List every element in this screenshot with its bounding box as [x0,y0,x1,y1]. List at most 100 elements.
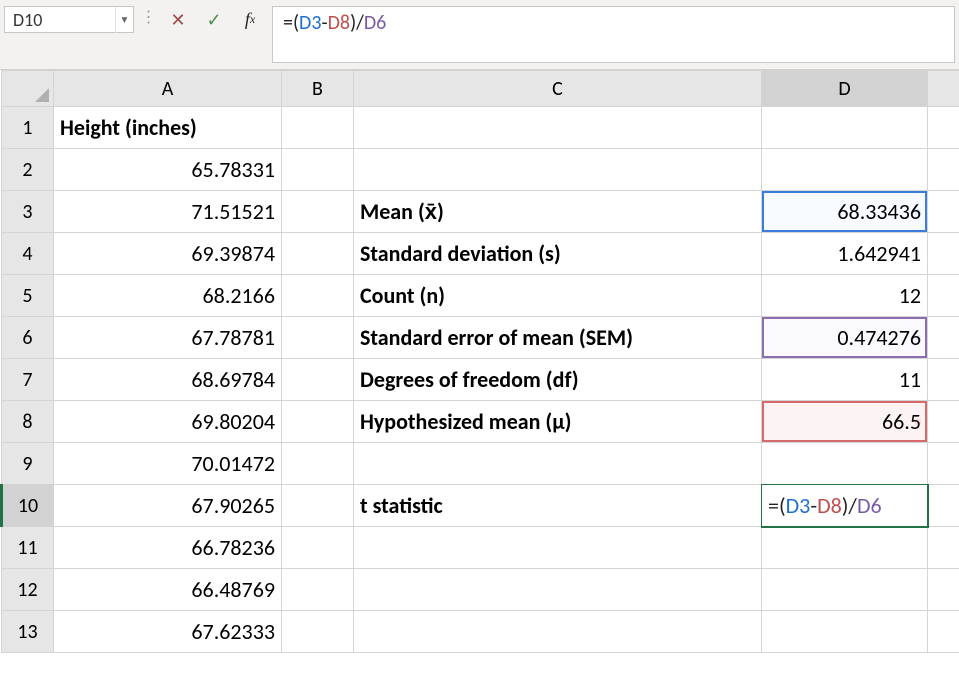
cell-A3[interactable]: 71.51521 [54,191,282,233]
cell-E3[interactable] [928,191,959,233]
cell-D11[interactable] [762,527,928,569]
row-header-4[interactable]: 4 [2,233,54,275]
row-header-7[interactable]: 7 [2,359,54,401]
col-header-D[interactable]: D [762,71,928,107]
cell-C4[interactable]: Standard deviation (s) [354,233,762,275]
cell-D13[interactable] [762,611,928,653]
cell-C9[interactable] [354,443,762,485]
name-box[interactable]: D10 ▼ [4,6,134,33]
cell-C10[interactable]: t statistic [354,485,762,527]
cell-B1[interactable] [282,107,354,149]
cell-E7[interactable] [928,359,959,401]
cell-C11[interactable] [354,527,762,569]
formula-bar-splitter[interactable]: ⋮ [138,0,160,33]
cell-E10[interactable] [928,485,959,527]
row-header-11[interactable]: 11 [2,527,54,569]
col-header-E[interactable] [928,71,959,107]
cell-B12[interactable] [282,569,354,611]
row-header-6[interactable]: 6 [2,317,54,359]
cell-C1[interactable] [354,107,762,149]
cell-E8[interactable] [928,401,959,443]
cell-B10[interactable] [282,485,354,527]
row-8: 869.80204 Hypothesized mean (μ)66.5 [2,401,959,443]
cell-E2[interactable] [928,149,959,191]
cell-D3[interactable]: 68.33436 [762,191,928,233]
cell-B7[interactable] [282,359,354,401]
cell-C5[interactable]: Count (n) [354,275,762,317]
col-header-C[interactable]: C [354,71,762,107]
cell-content [928,485,959,526]
cell-E13[interactable] [928,611,959,653]
cell-D8[interactable]: 66.5 [762,401,928,443]
select-all-corner[interactable] [2,71,54,107]
cell-B11[interactable] [282,527,354,569]
cell-B3[interactable] [282,191,354,233]
formula-input[interactable]: =(D3-D8)/D6 [272,6,955,63]
cell-content [282,191,353,232]
cell-A7[interactable]: 68.69784 [54,359,282,401]
cell-A1[interactable]: Height (inches) [54,107,282,149]
cancel-icon[interactable]: ✕ [160,6,196,33]
cell-A11[interactable]: 66.78236 [54,527,282,569]
row-header-5[interactable]: 5 [2,275,54,317]
cell-A6[interactable]: 67.78781 [54,317,282,359]
cell-E4[interactable] [928,233,959,275]
cell-C8[interactable]: Hypothesized mean (μ) [354,401,762,443]
cell-E5[interactable] [928,275,959,317]
cell-C6[interactable]: Standard error of mean (SEM) [354,317,762,359]
row-header-8[interactable]: 8 [2,401,54,443]
cell-C3[interactable]: Mean (x̄) [354,191,762,233]
cell-B6[interactable] [282,317,354,359]
enter-icon[interactable]: ✓ [196,6,232,33]
row-header-10[interactable]: 10 [2,485,54,527]
cell-A4[interactable]: 69.39874 [54,233,282,275]
cell-A5[interactable]: 68.2166 [54,275,282,317]
cell-B13[interactable] [282,611,354,653]
row-header-2[interactable]: 2 [2,149,54,191]
cell-C13[interactable] [354,611,762,653]
cell-B4[interactable] [282,233,354,275]
cell-A12[interactable]: 66.48769 [54,569,282,611]
row-header-12[interactable]: 12 [2,569,54,611]
cell-C2[interactable] [354,149,762,191]
cell-D2[interactable] [762,149,928,191]
cell-C12[interactable] [354,569,762,611]
cell-content [928,359,959,400]
cell-B8[interactable] [282,401,354,443]
row-header-13[interactable]: 13 [2,611,54,653]
cell-A2[interactable]: 65.78331 [54,149,282,191]
cell-A9[interactable]: 70.01472 [54,443,282,485]
cell-C7[interactable]: Degrees of freedom (df) [354,359,762,401]
col-header-A[interactable]: A [54,71,282,107]
row-9: 970.01472 [2,443,959,485]
cell-A13[interactable]: 67.62333 [54,611,282,653]
cell-D12[interactable] [762,569,928,611]
cell-E9[interactable] [928,443,959,485]
cell-D7[interactable]: 11 [762,359,928,401]
row-header-9[interactable]: 9 [2,443,54,485]
cell-B9[interactable] [282,443,354,485]
cell-A8[interactable]: 69.80204 [54,401,282,443]
cell-D9[interactable] [762,443,928,485]
fx-icon[interactable]: fx [232,6,268,33]
cell-E6[interactable] [928,317,959,359]
cell-B2[interactable] [282,149,354,191]
row-header-1[interactable]: 1 [2,107,54,149]
spreadsheet-grid[interactable]: A B C D 1Height (inches)265.78331371.515… [0,70,959,653]
cell-D10[interactable]: =(D3-D8)/D6 [762,485,928,527]
cell-E1[interactable] [928,107,959,149]
dropdown-icon[interactable]: ▼ [115,7,133,33]
cell-D1[interactable] [762,107,928,149]
cell-content: t statistic [354,485,761,526]
col-header-B[interactable]: B [282,71,354,107]
cell-A10[interactable]: 67.90265 [54,485,282,527]
cell-E11[interactable] [928,527,959,569]
cell-B5[interactable] [282,275,354,317]
cell-content [282,569,353,610]
cell-D5[interactable]: 12 [762,275,928,317]
cell-E12[interactable] [928,569,959,611]
cell-D6[interactable]: 0.474276 [762,317,928,359]
cell-content: 66.48769 [54,569,281,610]
row-header-3[interactable]: 3 [2,191,54,233]
cell-D4[interactable]: 1.642941 [762,233,928,275]
